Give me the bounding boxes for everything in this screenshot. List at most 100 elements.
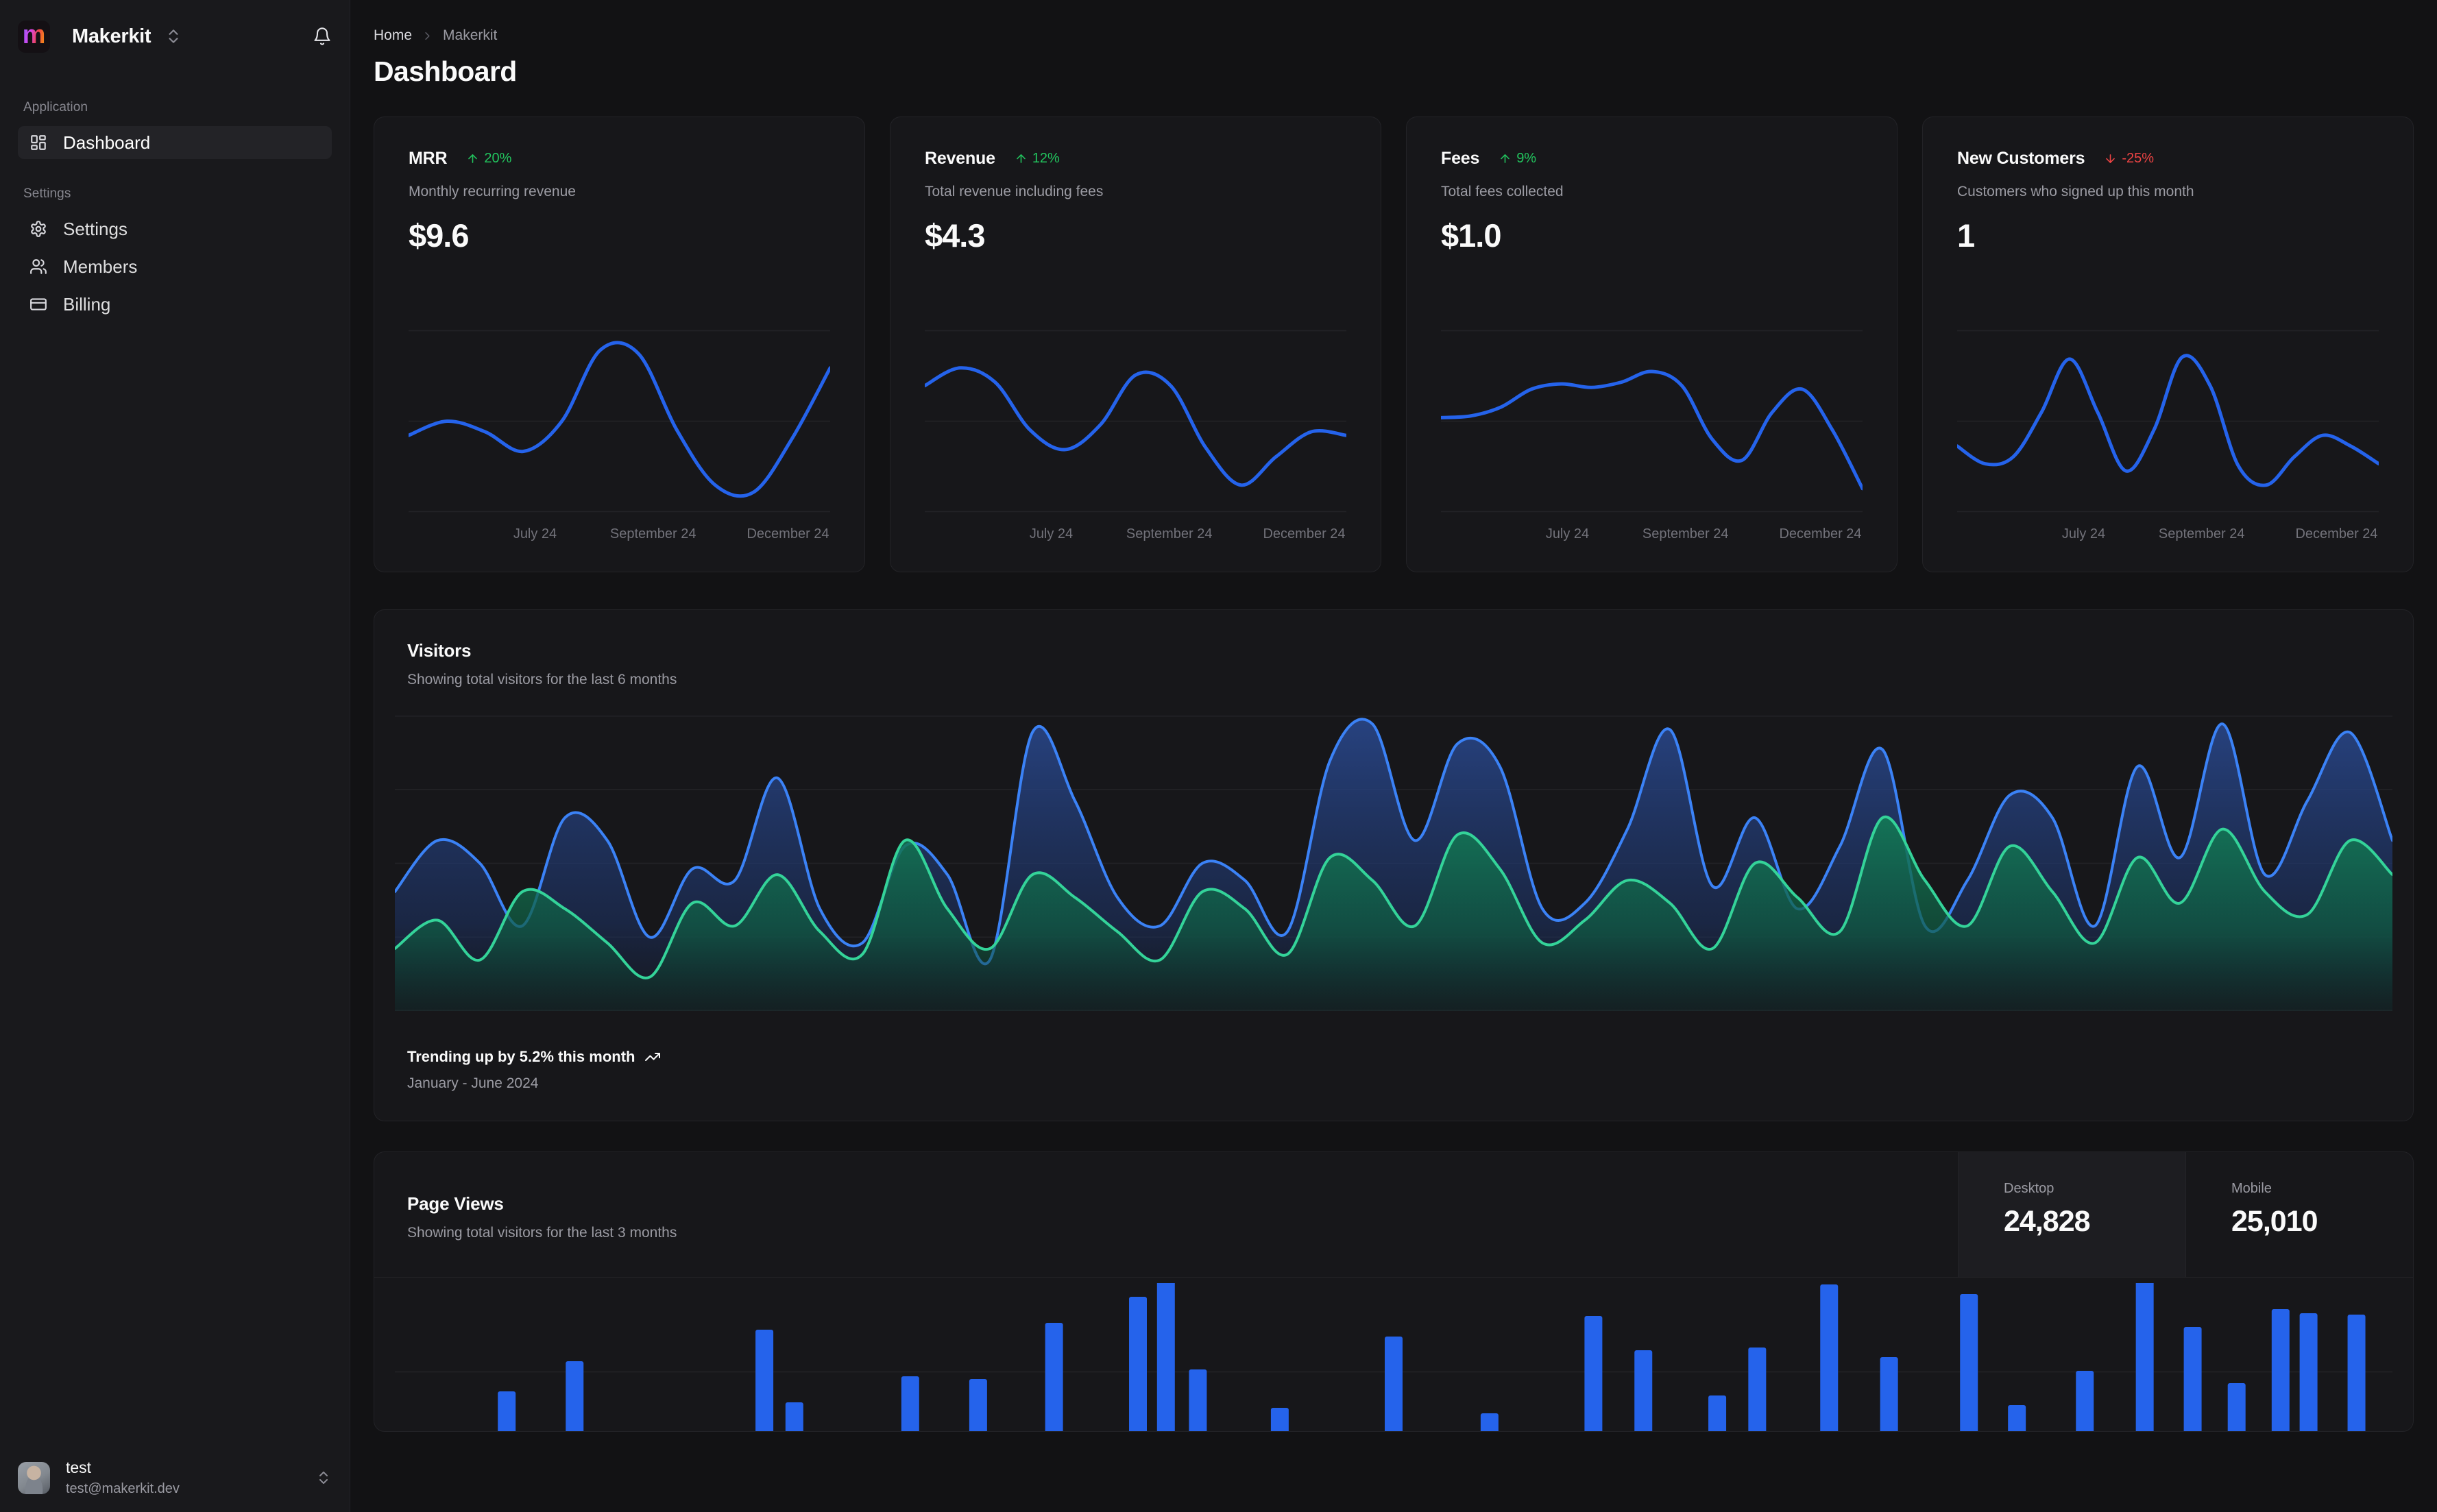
breadcrumb: Home Makerkit	[374, 0, 2414, 44]
page-views-subtitle: Showing total visitors for the last 3 mo…	[407, 1225, 677, 1241]
user-name: test	[66, 1459, 92, 1476]
sparkline-chart: July 24 September 24 December 24	[409, 327, 830, 544]
trend-value: -25%	[2122, 151, 2155, 166]
x-tick-label: July 24	[1029, 526, 1074, 541]
sidebar-item-members[interactable]: Members	[18, 250, 332, 283]
page-views-card: Page Views Showing total visitors for th…	[374, 1151, 2414, 1432]
toggle-mobile[interactable]: Mobile 25,010	[2185, 1152, 2413, 1277]
stat-title: Fees	[1441, 149, 1480, 168]
trend-badge: 12%	[1015, 151, 1060, 167]
x-tick-label: July 24	[513, 526, 557, 541]
chevrons-up-down-icon[interactable]	[165, 27, 182, 45]
trend-value: 20%	[484, 151, 512, 166]
stat-title: Revenue	[925, 149, 995, 168]
stat-value: 1	[1957, 217, 1975, 254]
sparkline-chart: July 24 September 24 December 24	[925, 327, 1346, 544]
page-title: Dashboard	[374, 56, 517, 87]
page-views-toggles: Desktop 24,828 Mobile 25,010	[1958, 1152, 2413, 1277]
sparkline-x-axis: July 24 September 24 December 24	[1957, 526, 2379, 544]
x-tick-label: July 24	[2061, 526, 2106, 541]
workspace-selector[interactable]: m Makerkit	[18, 0, 332, 64]
sidebar-item-dashboard[interactable]: Dashboard	[18, 126, 332, 159]
stats-row: MRR 20% Monthly recurring revenue $9.6 J…	[374, 117, 2414, 572]
sidebar-item-label: Dashboard	[63, 132, 151, 153]
x-tick-label: September 24	[1642, 526, 1729, 541]
user-menu[interactable]: test test@makerkit.dev	[18, 1459, 332, 1497]
x-tick-label: September 24	[2158, 526, 2245, 541]
trending-up-icon	[644, 1049, 661, 1065]
sidebar: m Makerkit Application Dashboard Setting…	[0, 0, 350, 1512]
stat-description: Customers who signed up this month	[1957, 184, 2194, 199]
trend-badge: 20%	[466, 151, 511, 167]
stat-description: Total fees collected	[1441, 184, 1564, 199]
x-tick-label: December 24	[2295, 526, 2378, 541]
nav-group-label: Application	[23, 100, 88, 114]
gear-icon	[29, 220, 47, 238]
breadcrumb-home-link[interactable]: Home	[374, 27, 412, 44]
stat-value: $9.6	[409, 217, 469, 254]
nav-group-label: Settings	[23, 186, 71, 201]
stat-card-mrr: MRR 20% Monthly recurring revenue $9.6 J…	[374, 117, 865, 572]
visitors-subtitle: Showing total visitors for the last 6 mo…	[407, 672, 677, 687]
trend-badge: 9%	[1499, 151, 1536, 167]
bell-icon[interactable]	[313, 27, 332, 46]
makerkit-logo: m	[18, 20, 50, 53]
x-tick-label: December 24	[1263, 526, 1346, 541]
sidebar-item-settings[interactable]: Settings	[18, 212, 332, 245]
stat-description: Total revenue including fees	[925, 184, 1104, 199]
trend-value: 9%	[1516, 151, 1537, 166]
logo-letter: m	[22, 21, 46, 49]
user-email: test@makerkit.dev	[66, 1481, 180, 1496]
stat-card-fees: Fees 9% Total fees collected $1.0 July 2…	[1406, 117, 1898, 572]
x-tick-label: December 24	[747, 526, 829, 541]
toggle-desktop[interactable]: Desktop 24,828	[1958, 1152, 2185, 1277]
visitors-title: Visitors	[407, 640, 472, 661]
page-views-header: Page Views Showing total visitors for th…	[374, 1152, 2413, 1278]
arrow-up-icon	[1015, 152, 1028, 165]
chevrons-up-down-icon[interactable]	[315, 1470, 332, 1486]
stat-title: New Customers	[1957, 149, 2085, 168]
credit-card-icon	[29, 295, 47, 313]
page-views-bar-chart	[374, 1283, 2413, 1431]
stat-value: $4.3	[925, 217, 985, 254]
sparkline-x-axis: July 24 September 24 December 24	[409, 526, 830, 544]
toggle-label: Mobile	[2231, 1181, 2272, 1196]
sidebar-item-label: Settings	[63, 218, 128, 239]
visitors-area-chart	[395, 716, 2392, 1011]
main-content: Home Makerkit Dashboard MRR 20% Monthly …	[350, 0, 2437, 1512]
sidebar-item-billing[interactable]: Billing	[18, 288, 332, 321]
visitors-card: Visitors Showing total visitors for the …	[374, 609, 2414, 1121]
app-root: m Makerkit Application Dashboard Setting…	[0, 0, 2437, 1512]
visitors-period: January - June 2024	[407, 1075, 539, 1091]
chevron-right-icon	[421, 29, 434, 42]
trend-value: 12%	[1032, 151, 1060, 166]
x-tick-label: July 24	[1545, 526, 1590, 541]
sidebar-nav: Application Dashboard Settings Settings	[18, 100, 332, 321]
toggle-label: Desktop	[2004, 1181, 2054, 1196]
breadcrumb-current: Makerkit	[443, 27, 498, 43]
stat-value: $1.0	[1441, 217, 1501, 254]
arrow-down-icon	[2104, 152, 2117, 165]
nav-group-settings: Settings Settings Members Billing	[18, 186, 332, 321]
nav-group-application: Application Dashboard	[18, 100, 332, 159]
user-info: test test@makerkit.dev	[66, 1459, 180, 1497]
sparkline-chart: July 24 September 24 December 24	[1441, 327, 1863, 544]
avatar	[18, 1461, 50, 1494]
x-tick-label: September 24	[1126, 526, 1213, 541]
x-tick-label: September 24	[609, 526, 696, 541]
stat-card-new-customers: New Customers -25% Customers who signed …	[1922, 117, 2414, 572]
sidebar-item-label: Billing	[63, 293, 111, 315]
page-views-title: Page Views	[407, 1193, 504, 1214]
toggle-value: 24,828	[2004, 1205, 2091, 1238]
sidebar-item-label: Members	[63, 256, 138, 277]
visitors-trend-text: Trending up by 5.2% this month	[407, 1048, 635, 1065]
visitors-footer: Trending up by 5.2% this month January -…	[407, 1048, 2380, 1092]
trend-badge: -25%	[2104, 151, 2154, 167]
stat-title: MRR	[409, 149, 448, 168]
arrow-up-icon	[466, 152, 479, 165]
users-icon	[29, 258, 47, 276]
toggle-value: 25,010	[2231, 1205, 2318, 1238]
x-tick-label: December 24	[1779, 526, 1862, 541]
arrow-up-icon	[1499, 152, 1512, 165]
stat-description: Monthly recurring revenue	[409, 184, 576, 199]
